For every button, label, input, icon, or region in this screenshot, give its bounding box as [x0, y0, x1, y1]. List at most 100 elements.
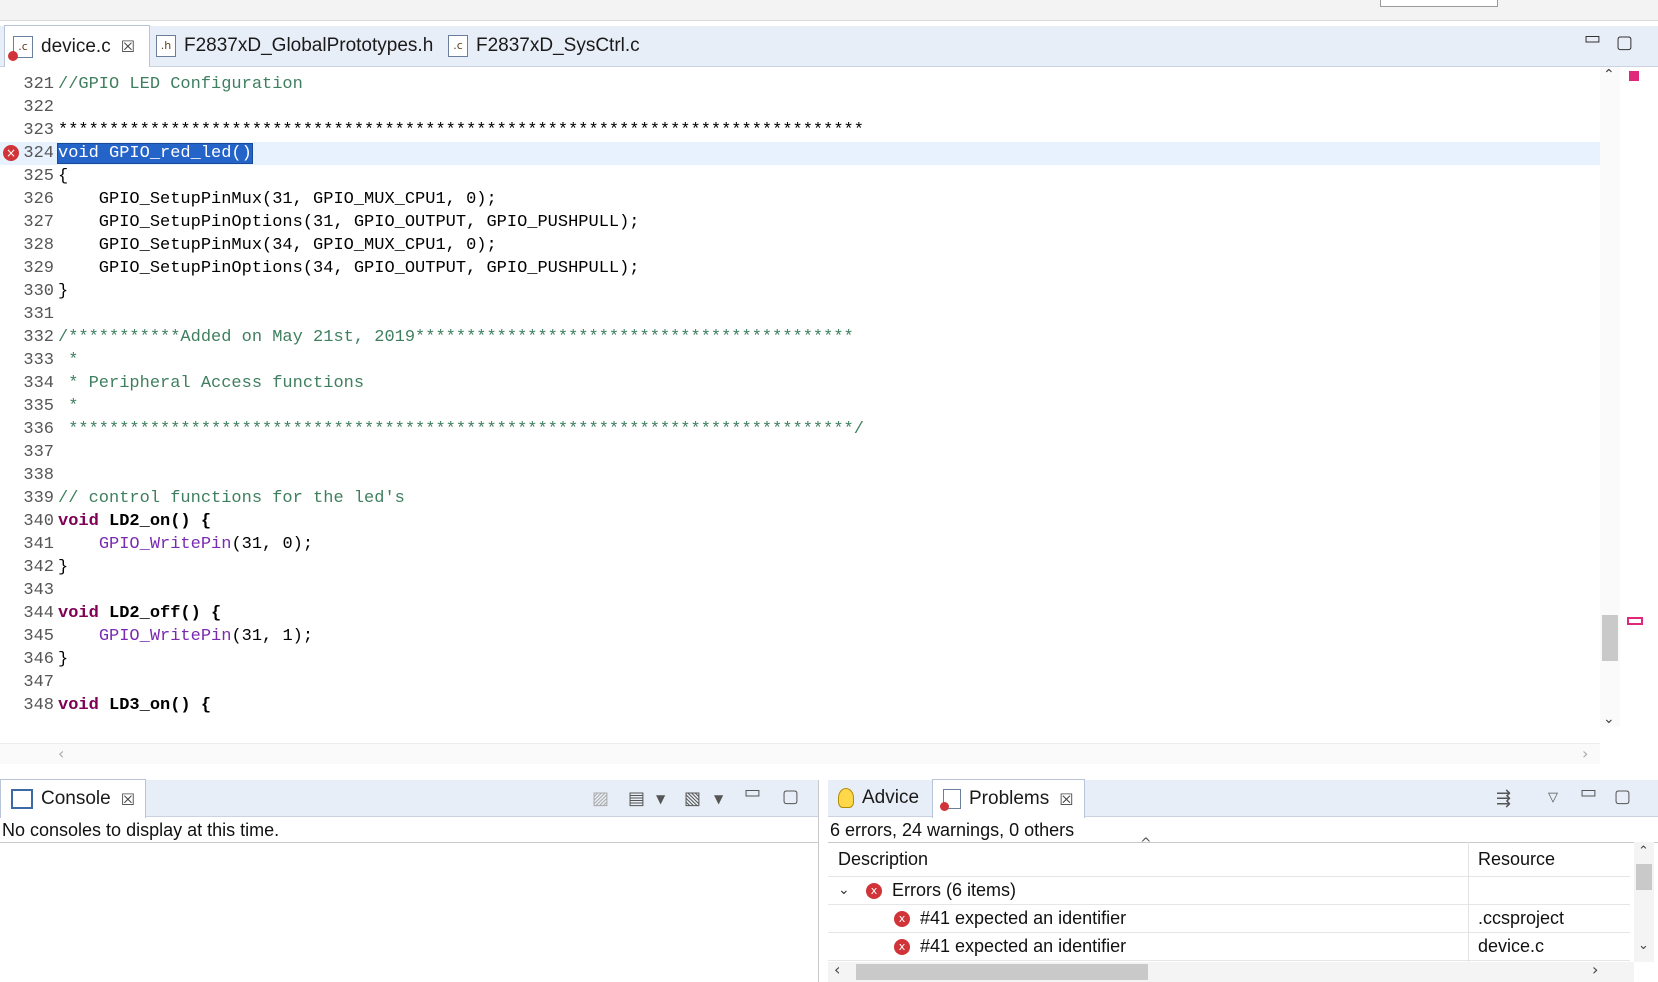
code-line[interactable]: 337: [0, 441, 1600, 464]
tab-device-c[interactable]: .c device.c ☒: [4, 25, 151, 67]
chevron-down-icon[interactable]: ▼: [656, 792, 665, 806]
tab-f2837xd-globalprototypes-h[interactable]: .h F2837xD_GlobalPrototypes.h: [146, 26, 443, 66]
editor-tab-bar: .c device.c ☒ .h F2837xD_GlobalPrototype…: [0, 25, 1658, 67]
line-number: 330: [23, 282, 54, 301]
code-line[interactable]: 336 ************************************…: [0, 418, 1600, 441]
problems-group-errors[interactable]: ⌄ x Errors (6 items): [828, 876, 1630, 905]
problems-vertical-scrollbar[interactable]: ⌃ ⌄: [1634, 842, 1654, 962]
error-overview-marker[interactable]: [1629, 71, 1639, 81]
code-line[interactable]: 334 * Peripheral Access functions: [0, 372, 1600, 395]
close-icon[interactable]: ☒: [1059, 790, 1073, 809]
editor-horizontal-scrollbar[interactable]: ‹ ›: [0, 743, 1600, 764]
code-line[interactable]: 342}: [0, 556, 1600, 579]
h-header-file-icon: .h: [156, 35, 176, 57]
close-icon[interactable]: ☒: [121, 37, 135, 56]
code-line[interactable]: 344 void LD2_off() {: [0, 602, 1600, 625]
code-line[interactable]: 341 GPIO_WritePin(31, 0);: [0, 533, 1600, 556]
tab-f2837xd-sysctrl-c[interactable]: .c F2837xD_SysCtrl.c: [438, 26, 650, 66]
view-menu-icon[interactable]: ▽: [1548, 790, 1558, 805]
line-number: 348: [23, 696, 54, 715]
annotation-overview-marker[interactable]: [1627, 617, 1643, 625]
resource-column-header[interactable]: Resource: [1478, 842, 1555, 876]
description-cell: x #41 expected an identifier: [894, 932, 1126, 960]
filter-icon[interactable]: ⇶: [1496, 788, 1511, 809]
code-line[interactable]: 346}: [0, 648, 1600, 671]
overview-ruler[interactable]: [1622, 67, 1643, 727]
minimize-icon[interactable]: ▭: [744, 782, 761, 803]
keyword-token: void: [58, 696, 99, 715]
code-editor[interactable]: 320 321//GPIO LED Configuration322323***…: [0, 67, 1640, 745]
tab-advice[interactable]: Advice: [828, 780, 929, 816]
code-text: void LD2_on() {: [58, 510, 211, 533]
scroll-right-icon[interactable]: ›: [1582, 744, 1588, 763]
code-token: GPIO_SetupPinOptions(31, GPIO_OUTPUT, GP…: [58, 213, 640, 232]
minimize-icon[interactable]: ▭: [1580, 782, 1597, 803]
chevron-down-icon[interactable]: ▼: [714, 792, 723, 806]
scrollbar-thumb[interactable]: [1636, 864, 1652, 890]
table-row[interactable]: x #41 expected an identifier .ccsproject: [828, 904, 1630, 933]
maximize-icon[interactable]: ▢: [1614, 786, 1631, 807]
toolbar-combo[interactable]: [1380, 0, 1498, 7]
chevron-down-icon[interactable]: ⌄: [838, 876, 850, 904]
maximize-icon[interactable]: ▢: [1616, 32, 1633, 53]
code-line[interactable]: 335 *: [0, 395, 1600, 418]
code-line[interactable]: × 324 void GPIO_red_led(): [0, 142, 1600, 165]
maximize-icon[interactable]: ▢: [782, 786, 799, 807]
code-line[interactable]: 327 GPIO_SetupPinOptions(31, GPIO_OUTPUT…: [0, 211, 1600, 234]
code-line[interactable]: 333 *: [0, 349, 1600, 372]
code-text: }: [58, 648, 68, 671]
minimize-icon[interactable]: ▭: [1584, 28, 1601, 49]
tab-label: F2837xD_SysCtrl.c: [476, 35, 640, 56]
code-line[interactable]: 323 *************************************…: [0, 119, 1600, 142]
code-line[interactable]: 328 GPIO_SetupPinMux(34, GPIO_MUX_CPU1, …: [0, 234, 1600, 257]
scrollbar-thumb[interactable]: [1602, 615, 1618, 661]
code-line[interactable]: 347: [0, 671, 1600, 694]
scroll-right-icon[interactable]: ›: [1592, 960, 1598, 979]
open-console-icon[interactable]: ▧: [684, 788, 701, 809]
problems-horizontal-scrollbar[interactable]: ‹ ›: [828, 960, 1634, 982]
error-icon: x: [894, 911, 910, 928]
code-line[interactable]: 332/***********Added on May 21st, 2019**…: [0, 326, 1600, 349]
tab-console[interactable]: Console ☒: [0, 779, 147, 818]
code-text: }: [58, 280, 68, 303]
code-line[interactable]: 325{: [0, 165, 1600, 188]
code-line[interactable]: 326 GPIO_SetupPinMux(31, GPIO_MUX_CPU1, …: [0, 188, 1600, 211]
code-text: void GPIO_red_led(): [57, 142, 253, 165]
code-line[interactable]: 348 void LD3_on() {: [0, 694, 1600, 717]
code-line[interactable]: 339// control functions for the led's: [0, 487, 1600, 510]
scroll-down-icon[interactable]: ⌄: [1603, 711, 1615, 727]
code-line[interactable]: 345 GPIO_WritePin(31, 1);: [0, 625, 1600, 648]
code-line[interactable]: 331: [0, 303, 1600, 326]
scroll-left-icon[interactable]: ‹: [58, 744, 64, 763]
code-token: (31, 1);: [231, 627, 314, 646]
code-line[interactable]: 322: [0, 96, 1600, 119]
code-line[interactable]: 338: [0, 464, 1600, 487]
description-column-header[interactable]: Description: [838, 842, 928, 876]
code-line[interactable]: 340 void LD2_on() {: [0, 510, 1600, 533]
scrollbar-thumb[interactable]: [856, 964, 1148, 980]
line-number: 332: [23, 328, 54, 347]
tab-label: Advice: [862, 787, 920, 808]
code-line[interactable]: 321//GPIO LED Configuration: [0, 73, 1600, 96]
display-console-icon[interactable]: ▤: [628, 788, 645, 809]
code-token: ****************************************…: [58, 420, 864, 439]
error-marker-icon[interactable]: ×: [3, 145, 19, 161]
code-line[interactable]: 343: [0, 579, 1600, 602]
tab-problems[interactable]: Problems ☒: [932, 779, 1085, 818]
code-line[interactable]: 330}: [0, 280, 1600, 303]
line-number: 331: [23, 305, 54, 324]
scroll-up-icon[interactable]: ⌃: [1603, 67, 1615, 83]
pin-console-icon[interactable]: ▨: [592, 788, 609, 809]
scroll-down-icon[interactable]: ⌄: [1638, 938, 1649, 953]
code-token: LD3_on() {: [98, 696, 212, 715]
close-icon[interactable]: ☒: [121, 790, 135, 809]
line-number: 328: [23, 236, 54, 255]
table-row[interactable]: x #41 expected an identifier device.c: [828, 932, 1630, 961]
code-text: }: [58, 556, 68, 579]
code-text: //GPIO LED Configuration: [58, 73, 303, 96]
scroll-left-icon[interactable]: ‹: [834, 960, 840, 979]
editor-vertical-scrollbar[interactable]: ⌃ ⌄: [1600, 67, 1620, 727]
scroll-up-icon[interactable]: ⌃: [1638, 844, 1649, 859]
code-text: {: [58, 165, 68, 188]
code-line[interactable]: 329 GPIO_SetupPinOptions(34, GPIO_OUTPUT…: [0, 257, 1600, 280]
